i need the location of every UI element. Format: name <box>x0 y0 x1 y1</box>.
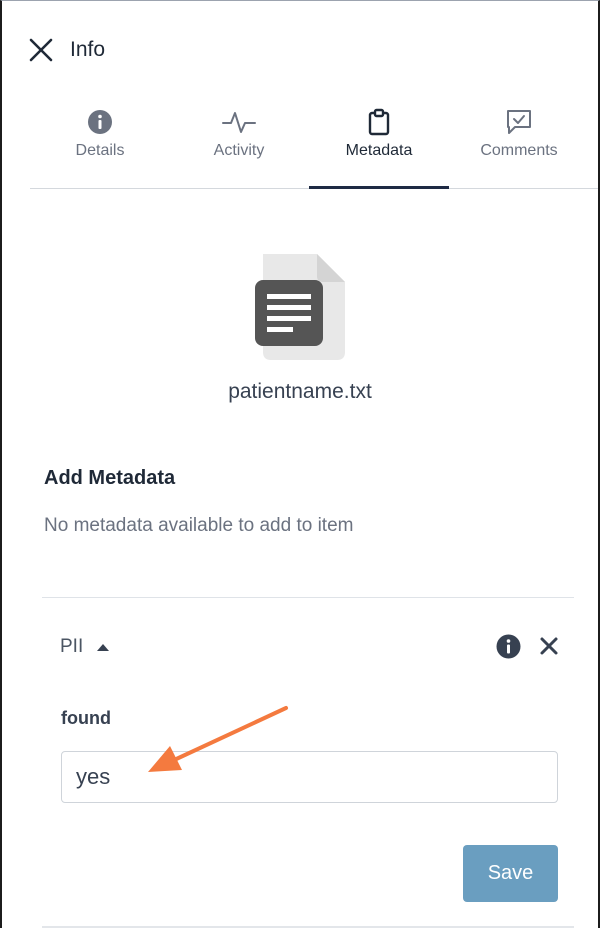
clipboard-icon <box>309 106 449 138</box>
close-icon[interactable] <box>28 37 54 63</box>
found-field[interactable] <box>61 751 558 803</box>
remove-group-icon[interactable] <box>539 636 559 656</box>
no-metadata-message: No metadata available to add to item <box>44 515 354 536</box>
info-circle-icon <box>30 106 170 138</box>
metadata-group-name: PII <box>60 636 84 657</box>
tab-metadata[interactable]: Metadata <box>309 106 449 189</box>
tab-activity[interactable]: Activity <box>169 106 309 188</box>
activity-pulse-icon <box>169 106 309 138</box>
tab-comments-label: Comments <box>480 142 558 159</box>
tab-bar: Details Activity Metadata Comments <box>30 106 598 189</box>
text-file-icon <box>255 254 345 360</box>
field-label-found: found <box>61 708 111 728</box>
tab-activity-label: Activity <box>213 142 265 159</box>
tab-details[interactable]: Details <box>30 106 170 188</box>
metadata-group-toggle[interactable]: PII <box>60 632 110 662</box>
divider <box>42 597 574 598</box>
chevron-up-icon <box>97 643 110 651</box>
file-name: patientname.txt <box>228 380 372 403</box>
save-button[interactable]: Save <box>463 845 558 902</box>
panel-title: Info <box>70 38 106 61</box>
panel-header: Info <box>28 30 105 70</box>
comment-check-icon <box>449 106 589 138</box>
info-icon[interactable] <box>496 634 521 659</box>
tab-metadata-label: Metadata <box>345 142 413 159</box>
add-metadata-title: Add Metadata <box>44 467 176 489</box>
tab-comments[interactable]: Comments <box>449 106 589 188</box>
tab-details-label: Details <box>75 142 125 159</box>
